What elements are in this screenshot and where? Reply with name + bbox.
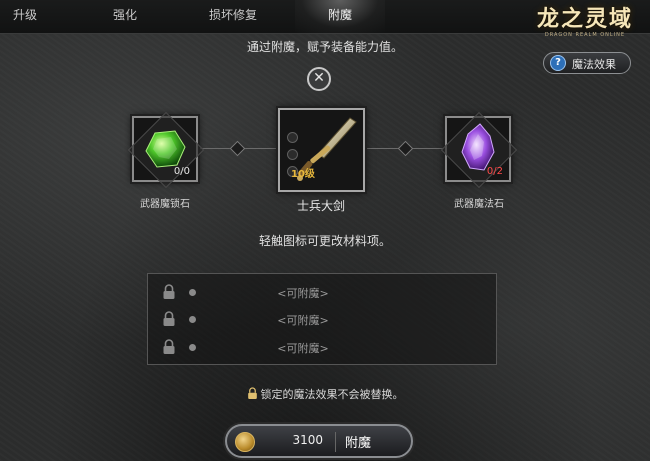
enchant-button[interactable]: 3100 附魔: [225, 424, 413, 458]
lock-note: 锁定的魔法效果不会被替换。: [0, 386, 650, 402]
tab-strengthen[interactable]: 强化: [88, 0, 162, 33]
enchant-button-label: 附魔: [345, 436, 372, 451]
tab-enchant[interactable]: 附魔: [295, 0, 385, 33]
magic-effects-label: 魔法效果: [572, 58, 616, 71]
connector-node-right: [397, 140, 414, 157]
enchant-effects-list: <可附魔> <可附魔> <可附魔>: [147, 273, 497, 365]
hint-text: 轻触图标可更改材料项。: [258, 234, 391, 248]
effect-text: <可附魔>: [277, 314, 329, 327]
magic-stone-count: 0/2: [486, 166, 503, 177]
logo-title: 龙之灵域: [536, 6, 633, 32]
lock-stone-slot[interactable]: 0/0: [127, 111, 205, 189]
effect-row[interactable]: <可附魔>: [148, 306, 498, 332]
magic-stone-slot[interactable]: 0/2: [440, 111, 518, 189]
lock-note-text: 锁定的魔法效果不会被替换。: [260, 388, 404, 401]
weapon-level: 10级: [291, 169, 315, 180]
lock-stone-label: 武器魔锁石: [140, 199, 190, 210]
magic-stone-label: 武器魔法石: [454, 199, 504, 210]
weapon-slot[interactable]: 10级: [278, 108, 365, 192]
close-icon[interactable]: ✕: [307, 67, 331, 91]
weapon-label: 士兵大剑: [296, 199, 345, 213]
connector-node-left: [229, 140, 246, 157]
effect-text: <可附魔>: [277, 287, 329, 300]
question-icon: ?: [550, 55, 566, 71]
gold-coin-icon: [235, 432, 255, 452]
magic-effects-button[interactable]: ? 魔法效果: [543, 52, 631, 74]
tab-upgrade[interactable]: 升级: [0, 0, 50, 33]
lock-icon: [247, 387, 257, 399]
effect-text: <可附魔>: [277, 342, 329, 355]
effect-row[interactable]: <可附魔>: [148, 334, 498, 360]
tab-repair[interactable]: 损坏修复: [190, 0, 276, 33]
divider: [335, 432, 336, 452]
lock-stone-count: 0/0: [173, 166, 190, 177]
effect-row[interactable]: <可附魔>: [148, 279, 498, 305]
enchant-cost: 3100: [292, 433, 323, 447]
instruction-text: 通过附魔，赋予装备能力值。: [246, 40, 403, 54]
